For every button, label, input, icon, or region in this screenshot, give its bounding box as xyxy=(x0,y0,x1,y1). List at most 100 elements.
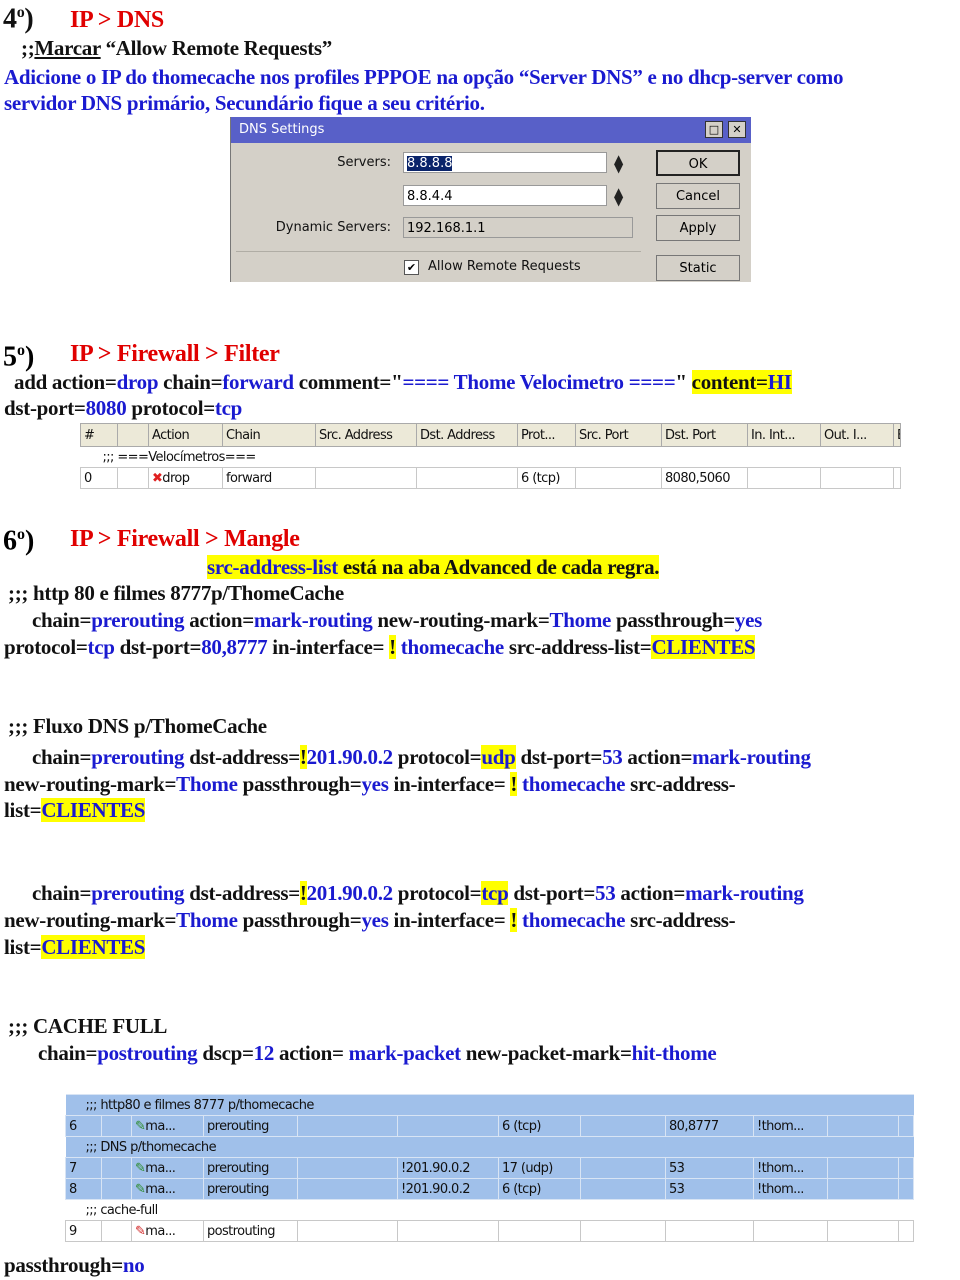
column-header[interactable]: In. Int... xyxy=(747,423,821,447)
table-row[interactable]: 0 ✖drop forward 6 (tcp) 8080,5060 xyxy=(80,467,901,489)
column-header[interactable]: Src. Address xyxy=(315,423,417,447)
text-segment: " xyxy=(675,370,692,394)
server-2-input[interactable]: 8.8.4.4 xyxy=(403,185,607,206)
column-header[interactable]: Src. Port xyxy=(575,423,662,447)
rule-4-line-2: passthrough=no xyxy=(4,1252,145,1278)
cell-value: 8080,5060 xyxy=(665,470,731,486)
cell-value: postrouting xyxy=(207,1223,276,1239)
table-cell xyxy=(397,1220,499,1242)
table-cell: !thom... xyxy=(753,1157,828,1179)
table-row[interactable]: 8 ✎ma... prerouting !201.90.0.2 6 (tcp) 53 !th… xyxy=(65,1178,915,1200)
cell-value: !thom... xyxy=(757,1160,804,1176)
mark-pencil-icon: ✎ xyxy=(135,1223,146,1239)
server-2-spinner-icon[interactable]: ▲ ▼ xyxy=(614,186,623,207)
filter-command-line-2: dst-port=8080 protocol=tcp xyxy=(4,395,242,421)
table-cell xyxy=(897,1178,915,1200)
text-segment: HI xyxy=(767,370,792,394)
column-header[interactable]: Prot... xyxy=(517,423,576,447)
column-header[interactable]: Out. I... xyxy=(820,423,894,447)
text-segment: mark-routing xyxy=(685,881,804,905)
static-button[interactable]: Static xyxy=(656,255,740,281)
text-segment: src-address- xyxy=(625,772,736,796)
rule-2-line-3: list=CLIENTES xyxy=(4,797,145,823)
cell-value: 6 (tcp) xyxy=(502,1181,541,1197)
column-header[interactable]: Dst. Port xyxy=(661,423,748,447)
apply-button[interactable]: Apply xyxy=(656,215,740,241)
table-cell: 7 xyxy=(65,1157,102,1179)
table-row[interactable]: 9 ✎ma... postrouting xyxy=(65,1220,915,1242)
text-segment: IP > Firewall > Mangle xyxy=(70,526,300,552)
maximize-icon[interactable]: □ xyxy=(705,121,723,138)
text-segment: forward xyxy=(222,370,294,394)
text-segment: in-interface= xyxy=(388,772,511,796)
allow-remote-requests-label: Allow Remote Requests xyxy=(428,259,581,274)
server-1-spinner-icon[interactable]: ▲ ▼ xyxy=(614,153,623,174)
cell-value: drop xyxy=(162,470,190,486)
cell-value: ma... xyxy=(145,1181,176,1197)
divider xyxy=(236,251,641,252)
firewall-filter-table: # Action Chain Src. Address Dst. Address Prot… xyxy=(80,423,901,489)
dialog-titlebar: DNS Settings □ ✕ xyxy=(231,117,751,143)
text-segment: IP > Firewall > Filter xyxy=(70,341,280,367)
table-row[interactable]: 7 ✎ma... prerouting !201.90.0.2 17 (udp) 53 !t… xyxy=(65,1157,915,1179)
close-icon[interactable]: ✕ xyxy=(728,121,746,138)
text-segment: Thome xyxy=(176,908,238,932)
table-cell: 8080,5060 xyxy=(661,467,748,489)
text-segment: CLIENTES xyxy=(651,635,756,659)
comment-row[interactable]: ;;; DNS p/thomecache xyxy=(65,1136,914,1158)
text-segment: list= xyxy=(4,935,42,959)
table-cell xyxy=(101,1220,132,1242)
cell-value: ma... xyxy=(145,1118,176,1134)
table-cell: ✎ma... xyxy=(131,1157,204,1179)
rule-3-line-3: list=CLIENTES xyxy=(4,934,145,960)
comment-row[interactable]: ;;; http80 e filmes 8777 p/thomecache xyxy=(65,1094,914,1116)
text-segment: hit-thome xyxy=(631,1041,717,1065)
column-header[interactable]: Action xyxy=(148,423,223,447)
table-header: # Action Chain Src. Address Dst. Address Prot… xyxy=(80,423,901,447)
table-cell: prerouting xyxy=(203,1157,298,1179)
text-segment: in-interface= xyxy=(388,908,511,932)
dynamic-servers-label: Dynamic Servers: xyxy=(275,220,391,235)
table-cell: 17 (udp) xyxy=(498,1157,581,1179)
ok-button[interactable]: OK xyxy=(656,150,740,176)
cell-value: !201.90.0.2 xyxy=(401,1160,471,1176)
table-cell xyxy=(101,1178,132,1200)
text-segment: thomecache xyxy=(522,772,626,796)
column-header[interactable]: Chain xyxy=(222,423,316,447)
text-segment: chain= xyxy=(32,745,92,769)
firewall-mangle-table: ;;; http80 e filmes 8777 p/thomecache 6 ✎m… xyxy=(65,1094,915,1242)
text-segment: Thome xyxy=(176,772,238,796)
text-segment: 53 xyxy=(595,881,616,905)
column-header[interactable]: B xyxy=(893,423,901,447)
text-segment: add action= xyxy=(14,370,117,394)
text-segment: protocol= xyxy=(392,745,482,769)
allow-remote-requests-checkbox[interactable]: ✔ xyxy=(404,260,419,275)
table-cell: 6 xyxy=(65,1115,102,1137)
column-header[interactable]: # xyxy=(80,423,118,447)
comment-row[interactable]: ;;; ===Velocímetros=== xyxy=(80,446,901,468)
server-1-input[interactable]: 8.8.8.8 xyxy=(403,152,607,173)
text-segment: passthrough= xyxy=(4,1253,123,1277)
table-cell xyxy=(498,1220,581,1242)
text-segment: 80,8777 xyxy=(201,635,268,659)
text-segment: passthrough= xyxy=(611,608,735,632)
cell-value: 6 xyxy=(69,1118,77,1134)
table-cell xyxy=(827,1157,899,1179)
comment-row[interactable]: ;;; cache-full xyxy=(65,1199,914,1221)
text-segment: action= xyxy=(184,608,254,632)
text-segment: “Allow Remote Requests” xyxy=(100,36,333,60)
table-row[interactable]: 6 ✎ma... prerouting 6 (tcp) 80,8777 !thom... xyxy=(65,1115,915,1137)
table-cell: 53 xyxy=(665,1157,754,1179)
dns-menu-path: IP > DNS xyxy=(70,3,164,37)
text-segment: list= xyxy=(4,798,42,822)
text-segment: Thome xyxy=(549,608,612,632)
cancel-button[interactable]: Cancel xyxy=(656,183,740,209)
text-segment: 53 xyxy=(602,745,623,769)
table-cell xyxy=(747,467,821,489)
column-header[interactable]: Dst. Address xyxy=(416,423,518,447)
column-header[interactable] xyxy=(117,423,149,447)
cell-value: 80,8777 xyxy=(669,1118,719,1134)
text-segment: no xyxy=(122,1253,145,1277)
drop-x-icon: ✖ xyxy=(152,470,163,486)
cell-value: 9 xyxy=(69,1223,77,1239)
